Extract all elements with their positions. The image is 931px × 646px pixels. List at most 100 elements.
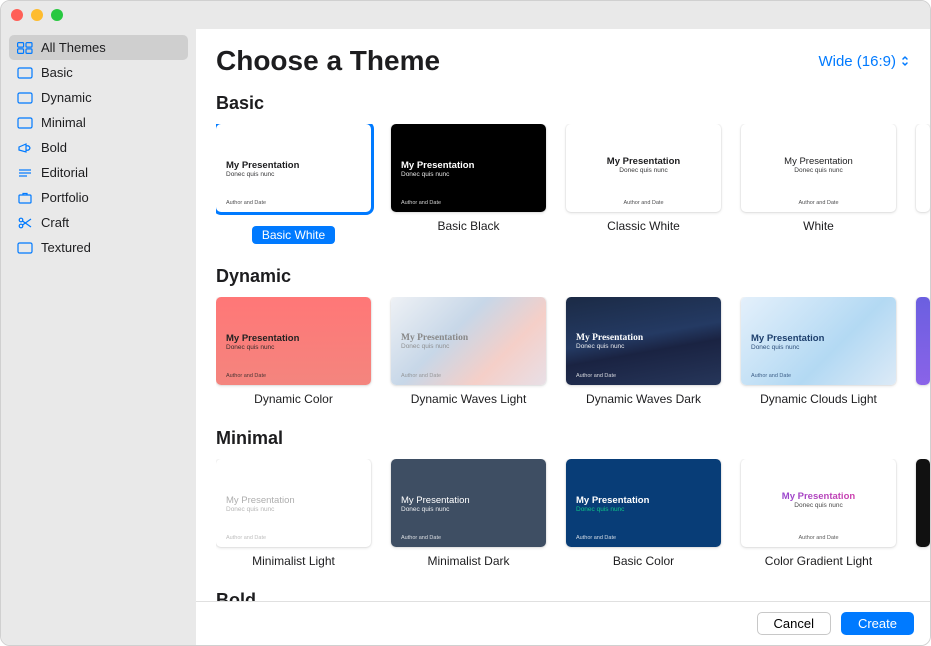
rectangle-icon <box>17 116 33 130</box>
traffic-lights <box>11 9 63 21</box>
sidebar-item-editorial[interactable]: Editorial <box>9 160 188 185</box>
sidebar-item-bold[interactable]: Bold <box>9 135 188 160</box>
thumb-author: Author and Date <box>226 373 266 379</box>
sidebar-item-label: All Themes <box>41 40 106 55</box>
theme-basic-white[interactable]: My Presentation Donec quis nunc Author a… <box>216 124 371 244</box>
theme-partial-basic[interactable] <box>916 124 930 244</box>
thumb-author: Author and Date <box>226 200 266 206</box>
thumb-title: My Presentation <box>741 491 896 502</box>
thumb-title: My Presentation <box>576 495 649 506</box>
sidebar-item-label: Craft <box>41 215 69 230</box>
rectangle-icon <box>17 91 33 105</box>
theme-dynamic-color[interactable]: My Presentation Donec quis nunc Author a… <box>216 297 371 406</box>
sidebar-item-label: Portfolio <box>41 190 89 205</box>
aspect-ratio-selector[interactable]: Wide (16:9) <box>818 53 910 70</box>
section-bold: Bold <box>196 586 930 601</box>
thumb-author: Author and Date <box>566 200 721 206</box>
theme-chooser-window: All Themes Basic Dynamic Minimal <box>0 0 931 646</box>
thumb-title: My Presentation <box>226 333 299 344</box>
sidebar-item-label: Bold <box>41 140 67 155</box>
thumb-author: Author and Date <box>741 535 896 541</box>
theme-color-gradient-light[interactable]: My Presentation Donec quis nunc Author a… <box>741 459 896 568</box>
grid-icon <box>17 41 33 55</box>
thumb-sub: Donec quis nunc <box>401 506 470 513</box>
thumb-author: Author and Date <box>401 535 441 541</box>
theme-label: Dynamic Clouds Light <box>741 392 896 406</box>
theme-label: Minimalist Dark <box>391 554 546 568</box>
main-scroll[interactable]: Choose a Theme Wide (16:9) Basic <box>196 29 930 601</box>
theme-classic-white[interactable]: My Presentation Donec quis nunc Author a… <box>566 124 721 244</box>
section-title: Minimal <box>216 424 930 459</box>
sidebar-item-textured[interactable]: Textured <box>9 235 188 260</box>
theme-grid-basic: My Presentation Donec quis nunc Author a… <box>216 124 930 244</box>
thumb-sub: Donec quis nunc <box>226 506 295 513</box>
theme-basic-color[interactable]: My Presentation Donec quis nunc Author a… <box>566 459 721 568</box>
thumb-sub: Donec quis nunc <box>751 344 824 351</box>
thumb-author: Author and Date <box>751 373 791 379</box>
theme-label: Minimalist Light <box>216 554 371 568</box>
theme-dynamic-clouds-light[interactable]: My Presentation Donec quis nunc Author a… <box>741 297 896 406</box>
aspect-ratio-label: Wide (16:9) <box>818 53 896 70</box>
thumb-author: Author and Date <box>741 200 896 206</box>
sidebar-item-label: Basic <box>41 65 73 80</box>
theme-label: Basic Black <box>391 219 546 233</box>
lines-icon <box>17 166 33 180</box>
thumb-sub: Donec quis nunc <box>741 502 896 509</box>
theme-label: Basic Color <box>566 554 721 568</box>
thumb-title: My Presentation <box>401 160 474 171</box>
theme-basic-black[interactable]: My Presentation Donec quis nunc Author a… <box>391 124 546 244</box>
main-header: Choose a Theme Wide (16:9) <box>196 29 930 89</box>
thumb-author: Author and Date <box>576 373 616 379</box>
thumb-title: My Presentation <box>226 160 299 171</box>
theme-label: Color Gradient Light <box>741 554 896 568</box>
theme-dynamic-waves-light[interactable]: My Presentation Donec quis nunc Author a… <box>391 297 546 406</box>
section-basic: Basic My Presentation Donec quis nunc Au… <box>196 89 930 262</box>
thumb-sub: Donec quis nunc <box>401 343 468 350</box>
theme-label: White <box>741 219 896 233</box>
zoom-window-button[interactable] <box>51 9 63 21</box>
window-titlebar <box>1 1 930 29</box>
thumb-sub: Donec quis nunc <box>741 167 896 174</box>
minimize-window-button[interactable] <box>31 9 43 21</box>
cancel-button[interactable]: Cancel <box>757 612 831 635</box>
theme-label: Classic White <box>566 219 721 233</box>
thumb-sub: Donec quis nunc <box>401 171 474 178</box>
thumb-author: Author and Date <box>401 373 441 379</box>
theme-partial-minimal[interactable] <box>916 459 930 568</box>
sidebar-item-minimal[interactable]: Minimal <box>9 110 188 135</box>
briefcase-icon <box>17 191 33 205</box>
rectangle-icon <box>17 241 33 255</box>
theme-label: Basic White <box>252 226 335 244</box>
close-window-button[interactable] <box>11 9 23 21</box>
thumb-title: My Presentation <box>741 156 896 167</box>
thumb-title: My Presentation <box>401 333 468 343</box>
sidebar-item-portfolio[interactable]: Portfolio <box>9 185 188 210</box>
sidebar-item-dynamic[interactable]: Dynamic <box>9 85 188 110</box>
sidebar-item-basic[interactable]: Basic <box>9 60 188 85</box>
sidebar-item-label: Editorial <box>41 165 88 180</box>
thumb-title: My Presentation <box>401 495 470 506</box>
sidebar-item-label: Minimal <box>41 115 86 130</box>
thumb-author: Author and Date <box>576 535 616 541</box>
thumb-sub: Donec quis nunc <box>226 171 299 178</box>
section-title: Bold <box>216 586 930 601</box>
create-button[interactable]: Create <box>841 612 914 635</box>
section-title: Basic <box>216 89 930 124</box>
section-title: Dynamic <box>216 262 930 297</box>
theme-white[interactable]: My Presentation Donec quis nunc Author a… <box>741 124 896 244</box>
theme-dynamic-waves-dark[interactable]: My Presentation Donec quis nunc Author a… <box>566 297 721 406</box>
updown-chevron-icon <box>900 54 910 68</box>
page-title: Choose a Theme <box>216 45 440 77</box>
footer: Cancel Create <box>196 601 930 645</box>
theme-partial-dynamic[interactable] <box>916 297 930 406</box>
sidebar-item-craft[interactable]: Craft <box>9 210 188 235</box>
theme-minimalist-light[interactable]: My Presentation Donec quis nunc Author a… <box>216 459 371 568</box>
thumb-title: My Presentation <box>576 333 643 343</box>
scissors-icon <box>17 216 33 230</box>
thumb-author: Author and Date <box>226 535 266 541</box>
sidebar-item-all-themes[interactable]: All Themes <box>9 35 188 60</box>
section-minimal: Minimal My Presentation Donec quis nunc … <box>196 424 930 586</box>
theme-grid-minimal: My Presentation Donec quis nunc Author a… <box>216 459 930 568</box>
theme-label: Dynamic Waves Dark <box>566 392 721 406</box>
theme-minimalist-dark[interactable]: My Presentation Donec quis nunc Author a… <box>391 459 546 568</box>
